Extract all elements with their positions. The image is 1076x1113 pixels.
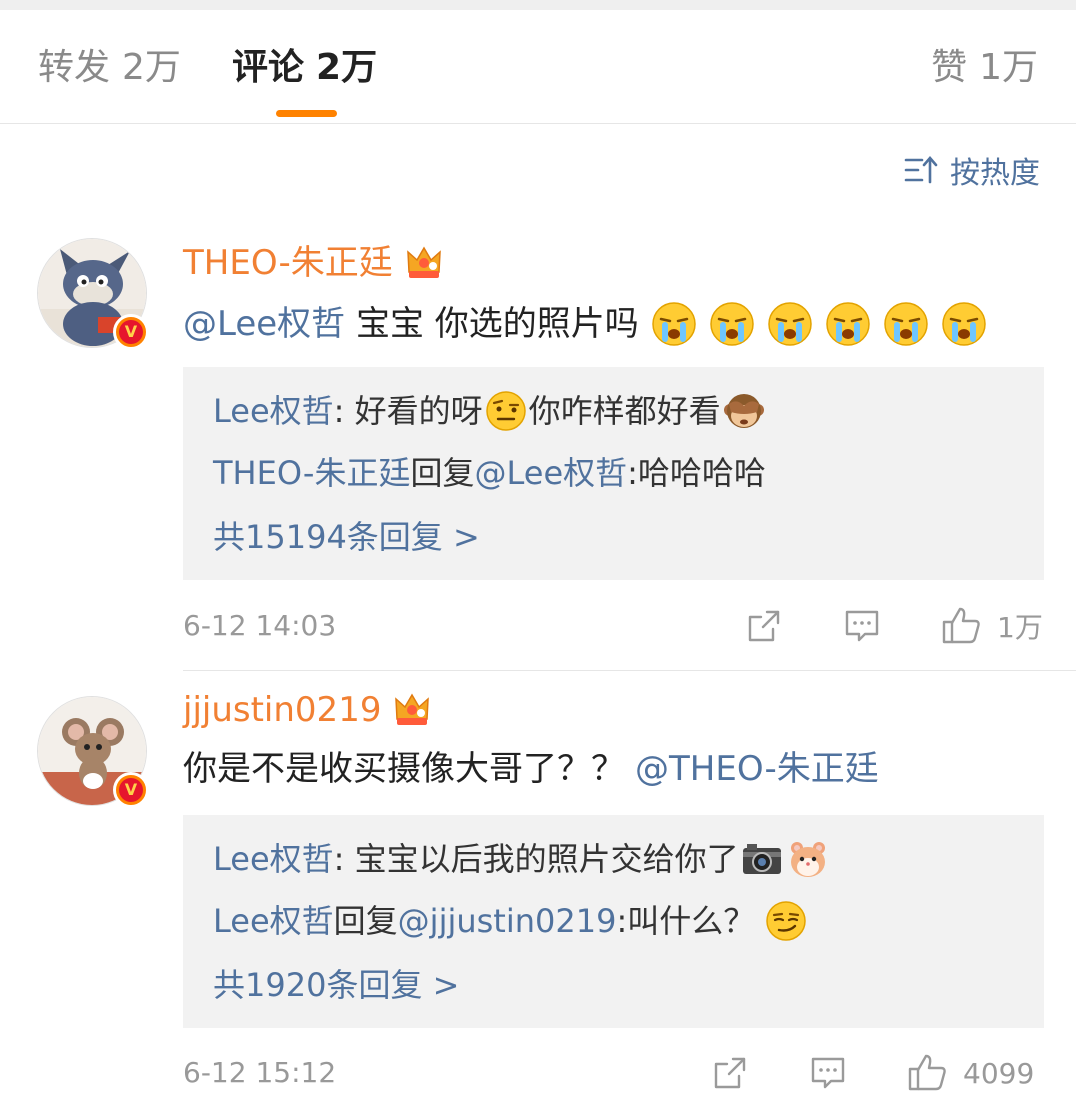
raised-eyebrow-emoji bbox=[485, 391, 526, 431]
mention-link[interactable]: @THEO-朱正廷 bbox=[635, 745, 879, 793]
crying-emoji bbox=[652, 302, 696, 346]
reply-separator: : bbox=[333, 840, 355, 878]
crying-emoji bbox=[942, 302, 986, 346]
like-button[interactable]: 1万 bbox=[941, 604, 1043, 648]
comment-username[interactable]: THEO-朱正廷 bbox=[183, 241, 443, 285]
reply-target[interactable]: @jjjustin0219 bbox=[398, 899, 617, 943]
reply-line: Lee权哲 回复 @jjjustin0219:叫什么？ bbox=[213, 899, 809, 943]
reply-line: Lee权哲: 好看的呀 你咋样都好看 bbox=[213, 389, 767, 433]
reply-preview-box[interactable]: Lee权哲: 好看的呀 你咋样都好看 THEO-朱正廷 回复 @Lee权哲:哈哈哈哈… bbox=[183, 367, 1044, 580]
like-count: 1万 bbox=[997, 611, 1043, 644]
tab-repost[interactable]: 转发 2万 bbox=[38, 46, 181, 90]
comment-icon bbox=[845, 610, 879, 642]
tab-comment-label: 评论 bbox=[232, 47, 305, 88]
share-icon bbox=[748, 610, 780, 642]
verified-badge-icon: V bbox=[113, 772, 149, 808]
crying-emoji bbox=[768, 302, 812, 346]
reply-author[interactable]: Lee权哲 bbox=[213, 837, 334, 881]
reply-text: 宝宝以后我的照片交给你了 bbox=[354, 840, 739, 878]
reply-text: :哈哈哈哈 bbox=[627, 454, 766, 492]
reply-text: :叫什么？ bbox=[616, 902, 756, 940]
reply-line: THEO-朱正廷 回复 @Lee权哲:哈哈哈哈 bbox=[213, 451, 766, 495]
crying-emoji bbox=[884, 302, 928, 346]
tab-repost-count: 2万 bbox=[122, 47, 181, 88]
comment-body: 你是不是收买摄像大哥了？？ bbox=[183, 749, 625, 789]
comment-time: 6-12 15:12 bbox=[183, 1056, 337, 1089]
total-replies-link[interactable]: 共1920条回复 > bbox=[213, 963, 459, 1007]
comment-meta: 6-12 15:12 4099 bbox=[183, 1051, 1043, 1095]
username-text: THEO-朱正廷 bbox=[183, 243, 393, 283]
reply-separator: : bbox=[333, 392, 355, 430]
mention-link[interactable]: @Lee权哲 bbox=[183, 300, 345, 348]
comment-text: @Lee权哲 宝宝 你选的照片吗 bbox=[183, 300, 987, 348]
thumbs-up-icon bbox=[942, 607, 980, 644]
comment-text: 你是不是收买摄像大哥了？？ @THEO-朱正廷 bbox=[183, 745, 879, 793]
tab-comment-count: 2万 bbox=[316, 47, 378, 88]
tab-comment[interactable]: 评论 2万 bbox=[232, 46, 377, 90]
tab-repost-label: 转发 bbox=[38, 47, 111, 88]
crying-emoji bbox=[826, 302, 870, 346]
reply-text: 好看的呀 bbox=[354, 392, 483, 430]
comment-divider bbox=[183, 670, 1076, 671]
comment-meta: 6-12 14:03 1万 bbox=[183, 604, 1043, 648]
smirk-emoji bbox=[766, 901, 806, 941]
share-button[interactable] bbox=[711, 1051, 749, 1095]
reply-target[interactable]: @Lee权哲 bbox=[474, 451, 627, 495]
tab-bar: 转发 2万 评论 2万 赞 1万 bbox=[0, 10, 1076, 124]
reply-text: 你咋样都好看 bbox=[528, 392, 721, 430]
like-count: 4099 bbox=[963, 1056, 1035, 1090]
hamster-emoji bbox=[790, 842, 825, 877]
sort-button[interactable]: 按热度 bbox=[904, 150, 1040, 191]
comment-body: 宝宝 你选的照片吗 bbox=[345, 304, 639, 344]
crown-badge-icon bbox=[406, 246, 441, 278]
reply-author[interactable]: THEO-朱正廷 bbox=[213, 451, 410, 495]
active-tab-indicator bbox=[276, 110, 337, 117]
comment-time: 6-12 14:03 bbox=[183, 609, 337, 642]
crown-badge-icon bbox=[395, 693, 430, 725]
reply-verb: 回复 bbox=[410, 454, 475, 492]
sort-icon bbox=[904, 156, 938, 184]
share-button[interactable] bbox=[745, 604, 783, 648]
reply-button[interactable] bbox=[843, 604, 881, 648]
share-icon bbox=[714, 1057, 746, 1089]
crying-emoji bbox=[710, 302, 754, 346]
username-text: jjjustin0219 bbox=[183, 690, 382, 730]
camera-emoji bbox=[742, 844, 781, 874]
tab-like[interactable]: 赞 1万 bbox=[931, 46, 1038, 90]
like-button[interactable]: 4099 bbox=[907, 1051, 1034, 1095]
thumbs-up-icon bbox=[908, 1054, 946, 1091]
comment-icon bbox=[811, 1057, 845, 1089]
reply-author[interactable]: Lee权哲 bbox=[213, 389, 334, 433]
reply-preview-box[interactable]: Lee权哲: 宝宝以后我的照片交给你了 Lee权哲 回复 @jjjustin0219… bbox=[183, 815, 1044, 1028]
reply-author[interactable]: Lee权哲 bbox=[213, 899, 334, 943]
status-strip bbox=[0, 0, 1076, 10]
sort-label: 按热度 bbox=[950, 156, 1040, 191]
reply-verb: 回复 bbox=[333, 902, 398, 940]
tab-like-label: 赞 bbox=[931, 47, 968, 88]
total-replies-link[interactable]: 共15194条回复 > bbox=[213, 515, 480, 559]
reply-button[interactable] bbox=[809, 1051, 847, 1095]
reply-line: Lee权哲: 宝宝以后我的照片交给你了 bbox=[213, 837, 831, 881]
comment-username[interactable]: jjjustin0219 bbox=[183, 688, 431, 732]
verified-badge-icon: V bbox=[113, 314, 149, 350]
tab-like-count: 1万 bbox=[979, 47, 1038, 88]
see-no-evil-monkey-emoji bbox=[723, 394, 764, 428]
